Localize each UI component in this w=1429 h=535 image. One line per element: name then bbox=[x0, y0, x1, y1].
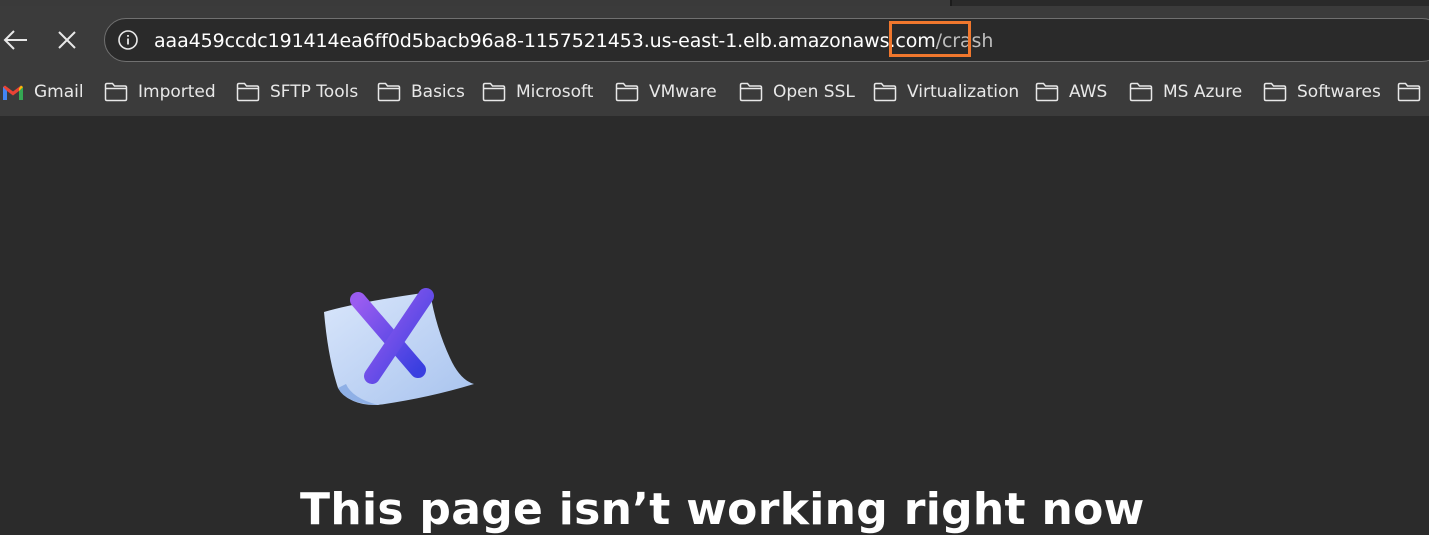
error-title: This page isn’t working right now bbox=[300, 484, 1145, 535]
bookmark-folder-overflow[interactable] bbox=[1397, 80, 1429, 104]
folder-icon bbox=[1035, 82, 1059, 102]
url-path-highlight-box bbox=[889, 21, 971, 57]
folder-icon bbox=[104, 82, 128, 102]
bookmark-folder-imported[interactable]: Imported bbox=[104, 80, 216, 104]
folder-icon bbox=[615, 82, 639, 102]
error-page-icon bbox=[324, 288, 474, 406]
bookmark-label: Gmail bbox=[34, 82, 84, 102]
bookmark-folder-softwares[interactable]: Softwares bbox=[1263, 80, 1381, 104]
bookmark-label: Microsoft bbox=[516, 82, 594, 102]
stop-loading-button[interactable] bbox=[51, 24, 83, 56]
folder-icon bbox=[873, 82, 897, 102]
browser-toolbar: aaa459ccdc191414ea6ff0d5bacb96a8-1157521… bbox=[0, 6, 1429, 70]
folder-icon bbox=[1397, 82, 1421, 102]
url-text[interactable]: aaa459ccdc191414ea6ff0d5bacb96a8-1157521… bbox=[154, 29, 993, 53]
bookmark-folder-vmware[interactable]: VMware bbox=[615, 80, 717, 104]
bookmark-label: SFTP Tools bbox=[270, 82, 359, 102]
bookmark-folder-basics[interactable]: Basics bbox=[377, 80, 465, 104]
bookmark-folder-open-ssl[interactable]: Open SSL bbox=[739, 80, 855, 104]
bookmark-folder-aws[interactable]: AWS bbox=[1035, 80, 1107, 104]
url-host: aaa459ccdc191414ea6ff0d5bacb96a8-1157521… bbox=[154, 30, 918, 52]
folder-icon bbox=[739, 82, 763, 102]
back-arrow-icon bbox=[3, 30, 27, 50]
address-bar[interactable]: aaa459ccdc191414ea6ff0d5bacb96a8-1157521… bbox=[104, 18, 1429, 62]
bookmarks-bar: Gmail Imported SFTP Tools Basics Microso… bbox=[0, 70, 1429, 116]
bookmark-gmail[interactable]: Gmail bbox=[2, 80, 84, 104]
bookmark-label: MS Azure bbox=[1163, 82, 1243, 102]
bookmark-label: Basics bbox=[411, 82, 465, 102]
folder-icon bbox=[1129, 82, 1153, 102]
bookmark-folder-virtualization[interactable]: Virtualization bbox=[873, 80, 1019, 104]
bookmark-label: VMware bbox=[649, 82, 717, 102]
gmail-icon bbox=[3, 85, 23, 100]
bookmark-folder-sftp-tools[interactable]: SFTP Tools bbox=[236, 80, 358, 104]
folder-icon bbox=[377, 82, 401, 102]
folder-icon bbox=[482, 82, 506, 102]
bookmark-label: Open SSL bbox=[773, 82, 855, 102]
folder-icon bbox=[236, 82, 260, 102]
bookmark-folder-ms-azure[interactable]: MS Azure bbox=[1129, 80, 1242, 104]
close-icon bbox=[58, 31, 76, 49]
back-button[interactable] bbox=[0, 24, 32, 56]
site-info-button[interactable] bbox=[117, 29, 139, 51]
page-content: This page isn’t working right now bbox=[0, 116, 1429, 535]
bookmark-label: Imported bbox=[138, 82, 216, 102]
bookmark-label: Softwares bbox=[1297, 82, 1381, 102]
bookmark-folder-microsoft[interactable]: Microsoft bbox=[482, 80, 593, 104]
bookmark-label: AWS bbox=[1069, 82, 1108, 102]
info-icon bbox=[118, 30, 138, 50]
bookmark-label: Virtualization bbox=[907, 82, 1020, 102]
folder-icon bbox=[1263, 82, 1287, 102]
